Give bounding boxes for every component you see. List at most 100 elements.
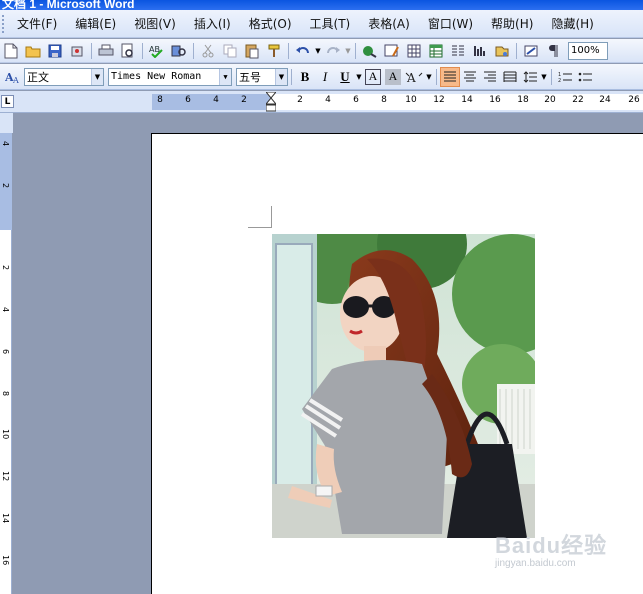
research-icon[interactable]	[168, 41, 190, 61]
bullets-button[interactable]	[575, 67, 595, 87]
svg-text:2: 2	[558, 78, 561, 83]
document-page[interactable]	[151, 133, 643, 594]
ruler-number: 6	[1, 349, 10, 355]
font-dropdown[interactable]: Times New Roman ▼	[108, 67, 232, 86]
line-spacing-icon	[523, 70, 537, 83]
character-border-button[interactable]: A	[365, 68, 381, 85]
menu-help[interactable]: 帮助(H)	[482, 15, 542, 32]
ruler-number: 4	[213, 95, 219, 105]
ruler-number: 12	[433, 95, 445, 105]
watermark-main: Baidu经验	[495, 533, 608, 558]
menu-edit[interactable]: 编辑(E)	[66, 15, 125, 32]
tab-selector[interactable]: L	[1, 95, 14, 108]
vertical-ruler[interactable]: 4 2 2 4 6 8 10 12 14 16	[0, 133, 12, 594]
open-folder-icon[interactable]	[22, 41, 44, 61]
menu-view[interactable]: 视图(V)	[125, 15, 185, 32]
horizontal-ruler[interactable]: 8 6 4 2 2 4 6 8 10 12 14 16 18 20 22 24 …	[152, 94, 643, 110]
menu-tools[interactable]: 工具(T)	[301, 15, 360, 32]
font-value: Times New Roman	[111, 71, 202, 82]
styles-formatting-icon[interactable]: AA	[2, 67, 24, 87]
toolbar-separator	[91, 42, 92, 59]
menu-insert[interactable]: 插入(I)	[185, 15, 240, 32]
paste-icon[interactable]	[241, 41, 263, 61]
font-size-dropdown[interactable]: 五号 ▼	[236, 67, 288, 86]
numbering-button[interactable]: 12	[555, 67, 575, 87]
indent-marker[interactable]	[266, 92, 276, 112]
new-document-icon[interactable]	[0, 41, 22, 61]
hyperlink-icon[interactable]	[359, 41, 381, 61]
photo-image	[272, 234, 535, 538]
undo-dropdown-icon[interactable]: ▼	[314, 41, 322, 61]
bold-button[interactable]: B	[295, 67, 315, 87]
columns-icon[interactable]	[447, 41, 469, 61]
ruler-number: 16	[489, 95, 501, 105]
document-map-icon[interactable]	[491, 41, 513, 61]
align-justify-icon	[444, 71, 456, 81]
top-margin-area	[0, 133, 12, 230]
align-right-button[interactable]	[480, 67, 500, 87]
align-center-button[interactable]	[460, 67, 480, 87]
text-effect-dropdown-icon[interactable]: ▼	[425, 67, 433, 87]
align-center-icon	[464, 71, 476, 81]
standard-toolbar: AB ▼ ▼ 100%	[0, 39, 643, 63]
toolbar-separator	[291, 68, 292, 85]
menu-file[interactable]: 文件(F)	[8, 15, 66, 32]
zoom-select[interactable]: 100%	[568, 41, 608, 60]
undo-icon[interactable]	[292, 41, 314, 61]
ruler-number: 4	[1, 141, 10, 147]
ruler-number: 4	[325, 95, 331, 105]
print-preview-icon[interactable]	[117, 41, 139, 61]
ruler-number: 2	[1, 183, 10, 189]
toolbar-separator	[436, 68, 437, 85]
print-icon[interactable]	[95, 41, 117, 61]
line-spacing-dropdown-icon[interactable]: ▼	[540, 67, 548, 87]
underline-dropdown-icon[interactable]: ▼	[355, 67, 363, 87]
insert-table-icon[interactable]	[403, 41, 425, 61]
ruler-number: 4	[1, 307, 10, 313]
align-right-icon	[484, 71, 496, 81]
save-icon[interactable]	[44, 41, 66, 61]
justify-button[interactable]	[440, 66, 460, 87]
ruler-number: 6	[353, 95, 359, 105]
menu-window[interactable]: 窗口(W)	[419, 15, 482, 32]
menu-table[interactable]: 表格(A)	[359, 15, 419, 32]
svg-text:A: A	[12, 76, 19, 84]
drawing-tables-icon[interactable]	[381, 41, 403, 61]
vertical-ruler-strip	[0, 113, 13, 133]
ruler-number: 10	[405, 95, 417, 105]
spelling-icon[interactable]: AB	[146, 41, 168, 61]
toolbar-separator	[516, 42, 517, 59]
italic-button[interactable]: I	[315, 67, 335, 87]
formatting-toolbar: AA 正文 ▼ Times New Roman ▼ 五号 ▼ B I U ▼ A…	[0, 64, 643, 90]
distributed-button[interactable]	[500, 67, 520, 87]
format-painter-icon[interactable]	[263, 41, 285, 61]
underline-button[interactable]: U	[335, 67, 355, 87]
reading-icon[interactable]	[520, 41, 542, 61]
ruler-number: 10	[1, 429, 10, 440]
redo-dropdown-icon[interactable]: ▼	[344, 41, 352, 61]
ruler-number: 12	[1, 471, 10, 482]
insert-excel-icon[interactable]	[425, 41, 447, 61]
drawing-icon[interactable]	[469, 41, 491, 61]
toolbar-separator	[355, 42, 356, 59]
style-dropdown[interactable]: 正文 ▼	[24, 67, 104, 86]
show-hide-icon[interactable]	[542, 41, 564, 61]
line-spacing-button[interactable]	[520, 67, 540, 87]
numbering-icon: 12	[558, 72, 572, 83]
ruler-number: 20	[544, 95, 556, 105]
title-bar: 文档 1 - Microsoft Word	[0, 0, 643, 10]
permission-icon[interactable]	[66, 41, 88, 61]
style-value: 正文	[27, 70, 49, 84]
distributed-icon	[503, 71, 517, 82]
text-effect-icon[interactable]: A	[403, 67, 425, 87]
menubar-grip[interactable]	[2, 14, 5, 33]
copy-icon[interactable]	[219, 41, 241, 61]
inserted-photo[interactable]	[272, 234, 535, 538]
redo-icon[interactable]	[322, 41, 344, 61]
horizontal-ruler-bar: L 8 6 4 2 2 4 6 8 10 12 14 16 18 20 22 2…	[0, 91, 643, 113]
toolbar-separator	[193, 42, 194, 59]
cut-icon[interactable]	[197, 41, 219, 61]
menu-format[interactable]: 格式(O)	[240, 15, 301, 32]
character-shading-button[interactable]: A	[385, 68, 401, 85]
menu-hide[interactable]: 隐藏(H)	[542, 15, 602, 32]
